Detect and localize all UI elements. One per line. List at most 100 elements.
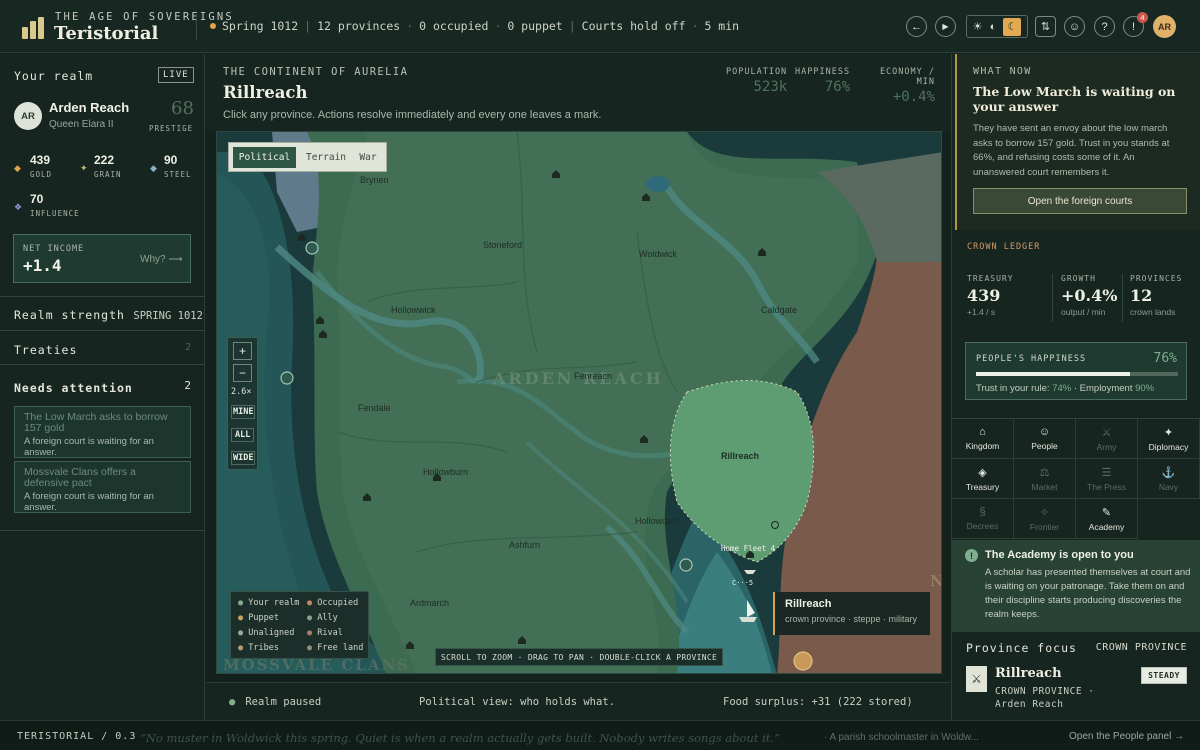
tab-army[interactable]: ⚔ Army	[1076, 419, 1138, 459]
zoom-all-button[interactable]: ALL	[231, 428, 255, 442]
open-foreign-courts-button[interactable]: Open the foreign courts	[973, 188, 1187, 214]
tab-market[interactable]: ⚖ Market	[1014, 459, 1076, 499]
people-smile-button[interactable]: ☺	[1064, 16, 1085, 37]
tab-the-press[interactable]: ☰ The Press	[1076, 459, 1138, 499]
town-label[interactable]: Brynen	[360, 175, 389, 185]
legend-item: ● Free land	[307, 643, 364, 653]
town-label[interactable]: Ardmarch	[410, 598, 449, 608]
zoom-wide-button[interactable]: WIDE	[231, 451, 256, 465]
tab-label: Kingdom	[965, 441, 1000, 451]
sun-icon[interactable]: ☀	[973, 20, 983, 33]
fleet-small-label[interactable]: C···5	[732, 579, 753, 587]
influence-resource: 70 INFLUENCE	[30, 192, 80, 218]
attention-item[interactable]: The Low March asks to borrow 157 gold A …	[14, 406, 191, 458]
treasury-stat: TREASURY 439 +1.4 / s	[967, 274, 1014, 317]
divider	[0, 330, 205, 331]
academy-notice[interactable]: ! The Academy is open to you A scholar h…	[952, 540, 1200, 632]
contrast-icon[interactable]: ◐	[990, 21, 997, 33]
fleet-label[interactable]: Home Fleet 4	[721, 544, 775, 553]
tab-label: People	[1031, 441, 1058, 451]
treasury-sub: +1.4 / s	[967, 307, 996, 317]
happiness-stat: HAPPINESS 76%	[795, 67, 850, 95]
brand-name: Teristorial	[54, 23, 159, 44]
zoom-controls: + − 2.6× MINE ALL WIDE	[227, 337, 258, 470]
status-occupied: 0 occupied	[419, 19, 489, 33]
town-label[interactable]: Rillreach	[721, 451, 759, 461]
attention-item[interactable]: Mossvale Clans offers a defensive pact A…	[14, 461, 191, 513]
logo-icon	[22, 17, 48, 39]
town-label[interactable]: Hollowburn	[423, 467, 468, 477]
tab-treasury[interactable]: ◈ Treasury	[952, 459, 1014, 499]
tab-war[interactable]: War	[353, 147, 383, 168]
tab-frontier[interactable]: ✧ Frontier	[1014, 499, 1076, 539]
focus-province-name: Rillreach	[995, 666, 1062, 681]
town-label[interactable]: Stoneford	[483, 240, 522, 250]
ruler-name: Queen Elara II	[49, 119, 114, 130]
view-status: Political view: who holds what.	[419, 696, 615, 708]
tab-decrees[interactable]: § Decrees	[952, 499, 1014, 539]
legend-dot-icon: ●	[307, 598, 313, 608]
zoom-in-button[interactable]: +	[233, 342, 252, 360]
happiness-card-value: 76%	[1153, 351, 1177, 366]
provinces-stat: PROVINCES 12 crown lands	[1130, 274, 1182, 317]
user-avatar[interactable]: AR	[1153, 15, 1176, 38]
moon-icon[interactable]: ☾	[1003, 17, 1022, 36]
tab-terrain[interactable]: Terrain	[301, 147, 351, 168]
town-label[interactable]: Fendale	[358, 403, 391, 413]
map-instruction: Click any province. Actions resolve imme…	[223, 109, 602, 121]
attention-title: Mossvale Clans offers a defensive pact	[24, 466, 136, 489]
map-mode-tabs: Political Terrain War	[228, 142, 387, 172]
info-icon: !	[965, 549, 978, 562]
realm-strength-row[interactable]: Realm strength SPRING 1012	[14, 306, 203, 324]
town-label[interactable]: Ashfurn	[509, 540, 540, 550]
zoom-out-button[interactable]: −	[233, 364, 252, 382]
zoom-mine-button[interactable]: MINE	[231, 405, 256, 419]
town-label[interactable]: Caldgate	[761, 305, 797, 315]
treaties-row[interactable]: Treaties 2	[14, 341, 191, 359]
town-label[interactable]: Woldwick	[639, 249, 677, 259]
economy-stat: ECONOMY / MIN +0.4%	[859, 67, 935, 105]
tab-political[interactable]: Political	[233, 147, 296, 168]
divider	[0, 296, 205, 297]
tooltip-title: Rillreach	[785, 598, 832, 610]
treaties-count: 2	[184, 342, 191, 353]
town-label[interactable]: Hollowdale	[635, 516, 679, 526]
steady-badge: STEADY	[1141, 667, 1187, 684]
food-status: Food surplus: +31 (222 stored)	[723, 696, 913, 708]
status-courts: Courts hold off	[581, 19, 686, 33]
help-button[interactable]: ?	[1094, 16, 1115, 37]
steel-icon: ◆	[150, 163, 157, 173]
footer-attribution: · A parish schoolmaster in Woldw...	[824, 732, 979, 743]
steel-value: 90	[164, 153, 178, 167]
happiness-label: HAPPINESS	[795, 67, 851, 77]
market-icon: ⚖	[1039, 467, 1050, 479]
town-label[interactable]: Hollowwick	[391, 305, 436, 315]
panel-tabs: ⌂ Kingdom ☺ People ⚔ Army ✦ Diplomacy ◈ Treasury ⚖…	[952, 418, 1200, 540]
influence-icon: ❖	[14, 202, 23, 212]
prestige-value: 68	[171, 98, 194, 119]
population-value: 523k	[753, 79, 788, 95]
tab-navy[interactable]: ⚓ Navy	[1138, 459, 1200, 499]
divider	[1122, 274, 1123, 322]
needs-attention-count: 2	[184, 379, 191, 392]
footer-quote: “No muster in Woldwick this spring. Quie…	[140, 731, 780, 745]
play-button[interactable]: ▶	[935, 16, 956, 37]
open-people-panel-link[interactable]: Open the People panel →	[1069, 731, 1184, 742]
sort-button[interactable]: ⇅	[1035, 16, 1056, 37]
world-map[interactable]: ARDEN REACH MOSSVALE CLANS N Brynen Ston…	[216, 131, 942, 674]
tab-people[interactable]: ☺ People	[1014, 419, 1076, 459]
live-badge: LIVE	[158, 67, 194, 83]
town-label[interactable]: Fenreach	[574, 371, 612, 381]
status-puppet: 0 puppet	[507, 19, 563, 33]
tab-diplomacy[interactable]: ✦ Diplomacy	[1138, 419, 1200, 459]
brand-subtitle: THE AGE OF SOVEREIGNS	[55, 11, 234, 23]
the-press-icon: ☰	[1101, 467, 1112, 479]
why-link[interactable]: Why? ⟶	[140, 254, 183, 265]
tab-academy[interactable]: ✎ Academy	[1076, 499, 1138, 539]
what-now-label: WHAT NOW	[973, 66, 1032, 77]
gold-resource: 439 GOLD	[30, 153, 52, 179]
needs-attention-row[interactable]: Needs attention 2	[14, 379, 191, 397]
back-button[interactable]: ←	[906, 16, 927, 37]
divider	[0, 530, 205, 531]
tab-kingdom[interactable]: ⌂ Kingdom	[952, 419, 1014, 459]
